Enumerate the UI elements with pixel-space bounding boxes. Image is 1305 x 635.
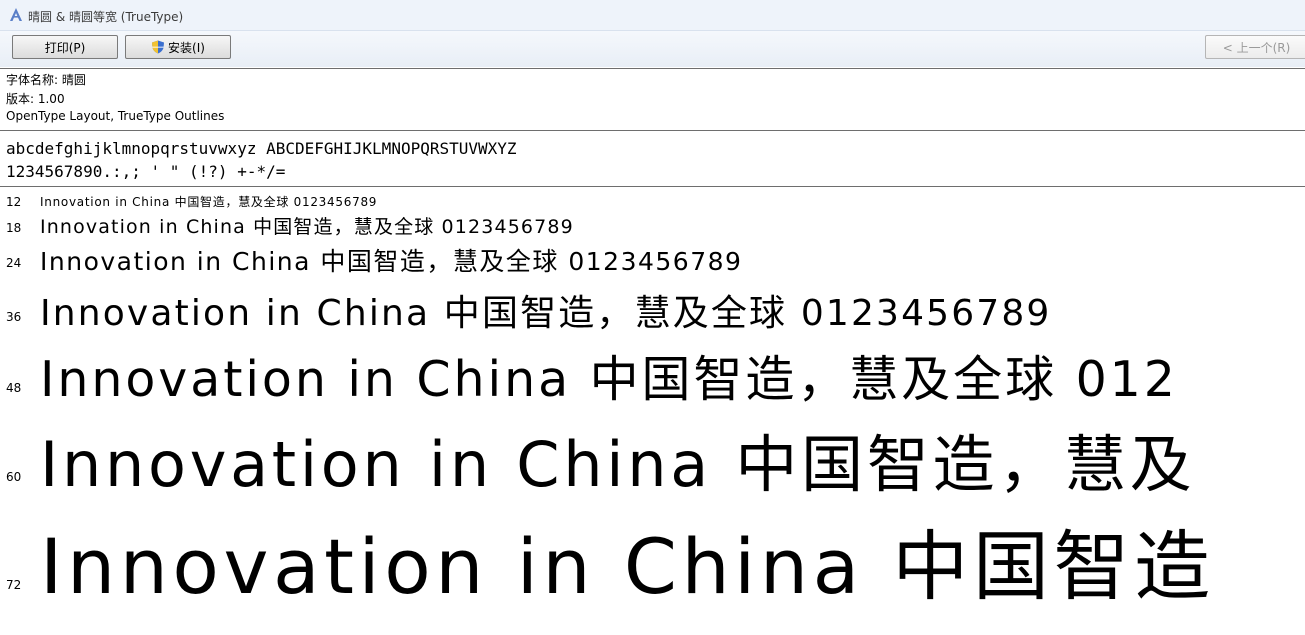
font-viewer-icon [10,8,22,21]
font-type-line: OpenType Layout, TrueType Outlines [6,109,225,123]
size-label: 12 [6,195,22,209]
print-button[interactable]: 打印(P) [12,35,118,59]
install-button[interactable]: 安装(I) [125,35,231,59]
sample-text: Innovation in China 中国智造，慧及 [40,428,1196,501]
toolbar: 打印(P) 安装(I) < 上一个(R) [0,31,1305,67]
size-label: 36 [6,310,22,324]
sample-text: Innovation in China 中国智造，慧及全球 0123456789 [40,216,574,238]
sample-text: Innovation in China 中国智造，慧及全球 0123456789 [40,293,1052,334]
window-title: 晴圆 & 晴圆等宽 (TrueType) [28,10,184,24]
previous-button[interactable]: < 上一个(R) [1205,35,1305,59]
font-name-line: 字体名称: 晴圆 [6,73,86,87]
divider [0,130,1305,131]
print-button-label: 打印(P) [44,40,86,55]
title-bar: 晴圆 & 晴圆等宽 (TrueType) [0,0,1305,31]
sample-text: Innovation in China 中国智造 [40,522,1215,611]
previous-button-label: < 上一个(R) [1222,40,1291,55]
install-button-label: 安装(I) [168,40,205,55]
sample-text: Innovation in China 中国智造，慧及全球 012 [40,351,1178,408]
size-label: 18 [6,221,22,235]
shield-icon [152,40,165,54]
size-label: 60 [6,470,22,484]
charset-line-1: abcdefghijklmnopqrstuvwxyz ABCDEFGHIJKLM… [6,139,517,158]
size-label: 72 [6,578,22,592]
charset-line-2: 1234567890.:,; ' " (!?) +-*/= [6,162,286,181]
sample-text: Innovation in China 中国智造，慧及全球 0123456789 [40,195,378,209]
size-label: 24 [6,256,22,270]
divider [0,186,1305,187]
size-label: 48 [6,381,22,395]
font-version-line: 版本: 1.00 [6,92,65,106]
divider [0,68,1305,69]
sample-text: Innovation in China 中国智造，慧及全球 0123456789 [40,247,743,276]
